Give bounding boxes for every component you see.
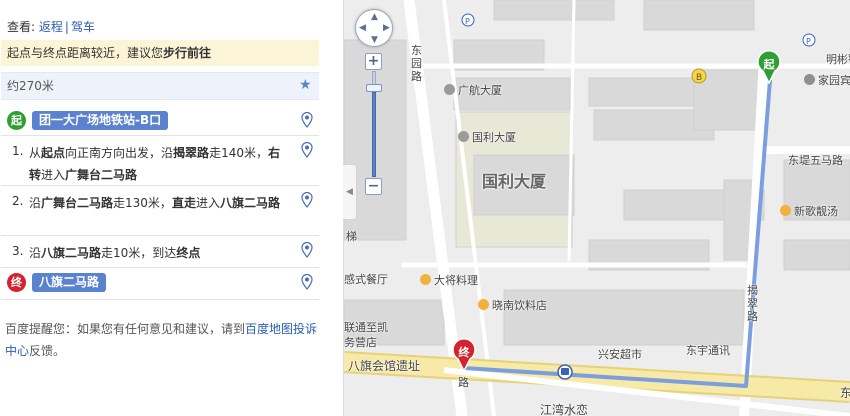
map-view[interactable]: B P P 东园路 广航大厦 国利大厦 国利大厦 明彬鄂 家园宾 东堤五马路 新… bbox=[344, 0, 850, 416]
locate-pin-icon[interactable] bbox=[301, 112, 313, 128]
view-label: 查看: bbox=[7, 20, 36, 34]
step-fragment: 走140米， bbox=[209, 146, 268, 160]
map-label-baqi[interactable]: 八旗会馆遗址 bbox=[348, 357, 420, 374]
svg-text:B: B bbox=[696, 73, 702, 83]
tip-strong: 步行前往 bbox=[163, 46, 212, 60]
xiaonan-text: 晓南饮料店 bbox=[492, 299, 547, 312]
map-label-yingye: 务营店 bbox=[344, 336, 377, 349]
locate-pin-icon[interactable] bbox=[301, 274, 313, 290]
feedback-prefix: 百度提醒您：如果您有任何意见和建议，请到 bbox=[5, 322, 246, 336]
pan-down-icon[interactable]: ▼ bbox=[371, 36, 378, 45]
step-row[interactable]: 1. 从起点向正南方向出发，沿揭翠路走140米，右转进入广舞台二马路 bbox=[1, 136, 319, 186]
map-label-dongyuan-road: 东园路 bbox=[411, 44, 422, 83]
zoom-in-button[interactable]: + bbox=[365, 53, 382, 70]
jiayuan-text: 家园宾 bbox=[818, 74, 850, 87]
map-label-guoli-small[interactable]: 国利大厦 bbox=[458, 129, 516, 145]
start-row[interactable]: 起 团一大广场地铁站-B口 bbox=[1, 106, 319, 136]
start-marker-label: 起 bbox=[763, 58, 775, 71]
walk-suggestion: 起点与终点距离较近，建议您步行前往 bbox=[1, 40, 319, 66]
distance-value: 约270米 bbox=[7, 79, 54, 93]
step-fragment: 进入 bbox=[195, 196, 220, 210]
step-number: 3. bbox=[12, 244, 24, 258]
step-fragment: 进入 bbox=[41, 168, 66, 182]
map-label-mingbin[interactable]: 明彬鄂 bbox=[826, 51, 850, 67]
guanghang-text: 广航大厦 bbox=[458, 84, 502, 97]
step-keyword: 起点 bbox=[41, 146, 66, 160]
zoom-level-bar bbox=[372, 92, 376, 177]
start-marker[interactable]: 起 bbox=[756, 50, 782, 84]
step-fragment: 沿 bbox=[29, 246, 42, 260]
end-badge: 终 bbox=[7, 273, 26, 292]
map-label-jiayuan[interactable]: 家园宾 bbox=[804, 72, 850, 88]
map-label-lianhai[interactable]: 联通至凯 bbox=[344, 319, 388, 335]
step-number: 1. bbox=[12, 144, 24, 158]
map-label-road-lu: 路 bbox=[458, 376, 469, 389]
end-name[interactable]: 八旗二马路 bbox=[32, 273, 107, 292]
map-label-xiaonan[interactable]: 晓南饮料店 bbox=[478, 297, 547, 313]
step-row[interactable]: 3. 沿八旗二马路走10米，到达终点 bbox=[1, 236, 319, 268]
step-keyword: 八旗二马路 bbox=[41, 246, 102, 260]
pan-control[interactable]: ▲ ▼ ◀ ▶ bbox=[355, 9, 393, 47]
end-marker-label: 终 bbox=[458, 346, 470, 359]
svg-text:P: P bbox=[465, 17, 470, 26]
step-text: 沿八旗二马路走10米，到达终点 bbox=[29, 242, 291, 264]
zoom-slider-handle[interactable] bbox=[366, 84, 382, 92]
locate-pin-icon[interactable] bbox=[301, 142, 313, 158]
route-panel: 查看: 返程 | 驾车 起点与终点距离较近，建议您步行前往 约270米 ★ 起 团一… bbox=[0, 0, 327, 416]
map-label-east-edge: 东 bbox=[840, 386, 850, 400]
pan-up-icon[interactable]: ▲ bbox=[371, 13, 378, 22]
map-label-xinge[interactable]: 新歌靓汤 bbox=[780, 203, 838, 219]
zoom-out-button[interactable]: − bbox=[365, 178, 382, 195]
svg-text:P: P bbox=[806, 37, 811, 46]
end-marker[interactable]: 终 bbox=[451, 338, 477, 372]
collapse-panel-button[interactable]: ◀ bbox=[343, 164, 357, 220]
route-page: 查看: 返程 | 驾车 起点与终点距离较近，建议您步行前往 约270米 ★ 起 团一… bbox=[0, 0, 850, 416]
step-text: 沿广舞台二马路走130米，直走进入八旗二马路 bbox=[29, 192, 291, 214]
feedback-note: 百度提醒您：如果您有任何意见和建议，请到百度地图投诉中心反馈。 bbox=[5, 318, 323, 362]
step-fragment: 走10米，到达 bbox=[101, 246, 177, 260]
step-keyword: 广舞台二马路 bbox=[41, 196, 114, 210]
step-keyword: 广舞台二马路 bbox=[65, 168, 138, 182]
locate-pin-icon[interactable] bbox=[301, 192, 313, 208]
map-label-ganshi[interactable]: 感式餐厅 bbox=[344, 271, 388, 287]
distance-summary: 约270米 ★ bbox=[1, 72, 319, 100]
pan-right-icon[interactable]: ▶ bbox=[383, 24, 390, 33]
locate-pin-icon[interactable] bbox=[301, 242, 313, 258]
step-keyword: 揭翠路 bbox=[173, 146, 210, 160]
end-row[interactable]: 终 八旗二马路 bbox=[1, 268, 319, 300]
map-label-guoli-big[interactable]: 国利大厦 bbox=[482, 168, 546, 192]
step-row[interactable]: 2. 沿广舞台二马路走130米，直走进入八旗二马路 bbox=[1, 186, 319, 236]
return-trip-link[interactable]: 返程 bbox=[39, 20, 63, 34]
xinge-text: 新歌靓汤 bbox=[794, 205, 838, 218]
view-separator: | bbox=[64, 20, 69, 34]
step-fragment: 向正南方向出发，沿 bbox=[65, 146, 174, 160]
step-number: 2. bbox=[12, 194, 24, 208]
map-label-jiecui: 揭翠路 bbox=[747, 284, 758, 323]
map-label-dongyu[interactable]: 东宇通讯 bbox=[686, 342, 730, 358]
map-label-dajiang[interactable]: 大将料理 bbox=[420, 272, 478, 288]
tip-text: 起点与终点距离较近，建议您 bbox=[7, 46, 164, 60]
dajiang-text: 大将料理 bbox=[434, 274, 478, 287]
view-options: 查看: 返程 | 驾车 bbox=[7, 18, 95, 36]
feedback-suffix: 反馈。 bbox=[29, 344, 66, 358]
guoli-small-text: 国利大厦 bbox=[472, 131, 516, 144]
step-fragment: 走130米， bbox=[113, 196, 172, 210]
drive-link[interactable]: 驾车 bbox=[71, 20, 95, 34]
step-text: 从起点向正南方向出发，沿揭翠路走140米，右转进入广舞台二马路 bbox=[29, 142, 291, 186]
map-label-ti: 梯 bbox=[346, 230, 357, 243]
step-fragment: 沿 bbox=[29, 196, 42, 210]
map-label-guanghang[interactable]: 广航大厦 bbox=[444, 82, 502, 98]
start-badge: 起 bbox=[7, 111, 26, 130]
step-keyword: 八旗二马路 bbox=[219, 196, 280, 210]
step-keyword: 终点 bbox=[176, 246, 201, 260]
step-keyword: 直走 bbox=[171, 196, 196, 210]
map-label-xingan[interactable]: 兴安超市 bbox=[598, 346, 642, 362]
map-label-dongdi: 东堤五马路 bbox=[788, 154, 843, 167]
map-label-jiangwan[interactable]: 江湾水恋 bbox=[540, 401, 588, 416]
step-fragment: 从 bbox=[29, 146, 42, 160]
star-icon[interactable]: ★ bbox=[299, 78, 313, 92]
start-name[interactable]: 团一大广场地铁站-B口 bbox=[32, 111, 169, 130]
pan-left-icon[interactable]: ◀ bbox=[359, 24, 366, 33]
